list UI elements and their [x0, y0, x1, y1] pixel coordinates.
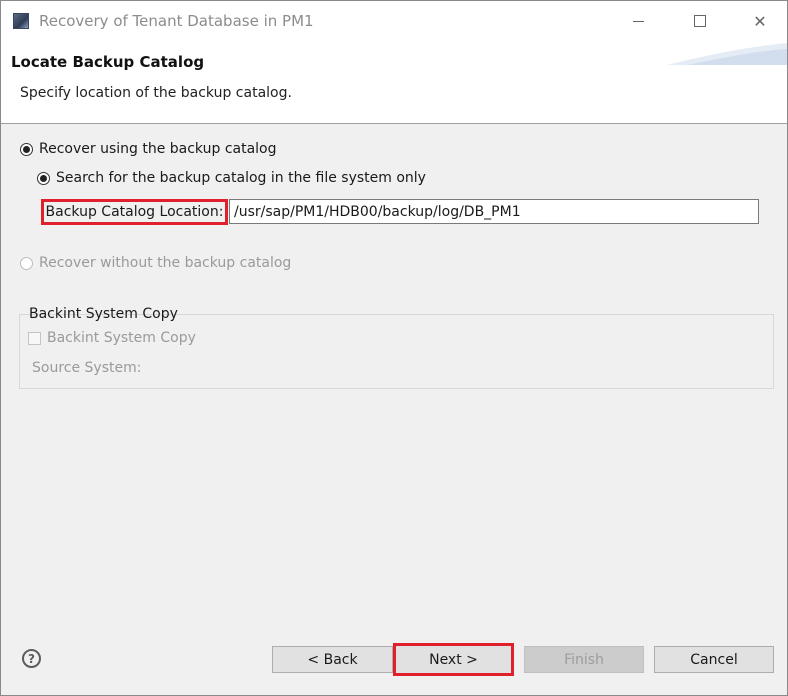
recover-without-catalog-label[interactable]: Recover without the backup catalog	[39, 255, 291, 271]
backup-catalog-location-label: Backup Catalog Location:	[41, 199, 228, 225]
source-system-label: Source System:	[32, 360, 142, 376]
recover-without-catalog-radio[interactable]	[20, 257, 33, 270]
recovery-dialog: Recovery of Tenant Database in PM1 ✕ Loc…	[0, 0, 788, 696]
maximize-icon	[694, 15, 706, 27]
minimize-icon	[632, 20, 644, 22]
page-title: Locate Backup Catalog	[11, 53, 205, 71]
app-icon	[13, 13, 29, 29]
window-title: Recovery of Tenant Database in PM1	[39, 12, 314, 30]
page-description: Specify location of the backup catalog.	[20, 85, 292, 101]
search-file-system-label[interactable]: Search for the backup catalog in the fil…	[56, 170, 426, 186]
title-bar: Recovery of Tenant Database in PM1 ✕	[1, 1, 787, 41]
help-icon[interactable]: ?	[22, 649, 41, 668]
search-file-system-radio[interactable]	[37, 172, 50, 185]
cancel-button[interactable]: Cancel	[654, 646, 774, 673]
close-icon: ✕	[753, 11, 767, 31]
minimize-button[interactable]	[615, 1, 661, 41]
backint-system-copy-label[interactable]: Backint System Copy	[47, 330, 196, 346]
wizard-body: Recover using the backup catalog Search …	[1, 124, 787, 695]
next-button-label: Next >	[429, 651, 478, 668]
header-banner-graphic	[667, 43, 787, 65]
recover-using-catalog-label[interactable]: Recover using the backup catalog	[39, 141, 277, 157]
backint-system-copy-checkbox[interactable]	[28, 332, 41, 345]
finish-button[interactable]: Finish	[524, 646, 644, 673]
recover-using-catalog-radio[interactable]	[20, 143, 33, 156]
next-button[interactable]: Next >	[393, 643, 514, 676]
wizard-header: Locate Backup Catalog Specify location o…	[1, 41, 787, 124]
backint-group	[19, 314, 774, 389]
backup-catalog-location-input[interactable]	[229, 199, 759, 224]
back-button[interactable]: < Back	[272, 646, 393, 673]
backint-group-title: Backint System Copy	[29, 306, 178, 322]
maximize-button[interactable]	[677, 1, 723, 41]
close-button[interactable]: ✕	[737, 1, 783, 41]
